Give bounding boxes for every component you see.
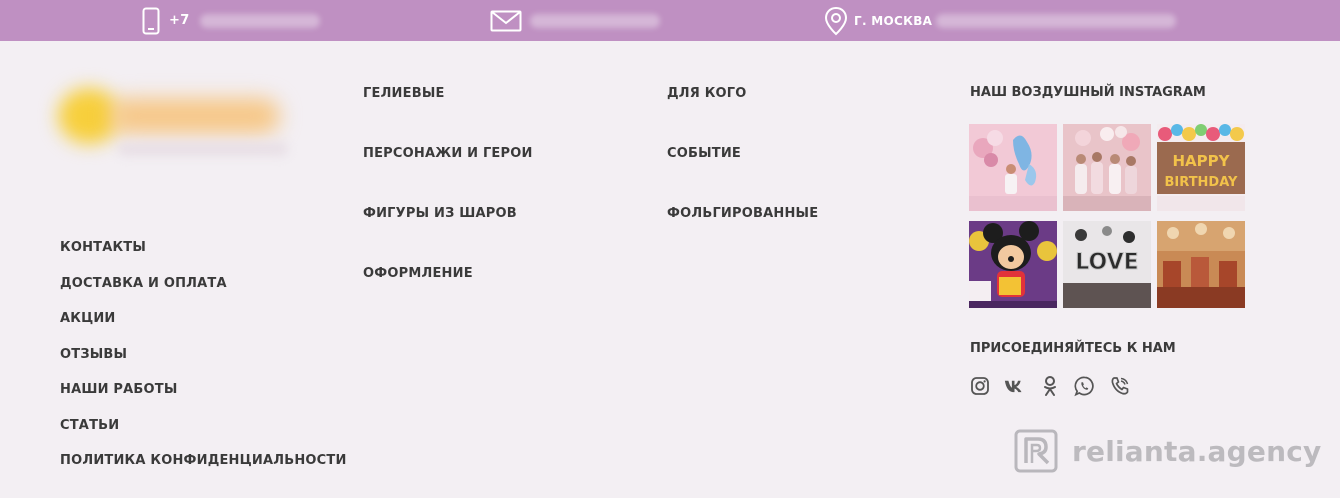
footer-link-privacy[interactable]: ПОЛИТИКА КОНФИДЕНЦИАЛЬНОСТИ — [60, 453, 347, 469]
instagram-photo-2[interactable] — [1063, 124, 1151, 211]
footer-link-delivery[interactable]: ДОСТАВКА И ОПЛАТА — [60, 276, 227, 292]
header-phone[interactable]: +7 — [142, 0, 320, 41]
svg-text:BIRTHDAY: BIRTHDAY — [1165, 175, 1239, 190]
top-bar: +7 Г. МОСКВА — [0, 0, 1340, 41]
svg-text:LOVE: LOVE — [1075, 250, 1138, 275]
instagram-grid: HAPPY BIRTHDAY LOVE — [969, 124, 1246, 309]
instagram-photo-4[interactable] — [969, 221, 1057, 308]
phone-prefix: +7 — [169, 13, 190, 28]
whatsapp-icon[interactable] — [1074, 375, 1095, 396]
phone-icon — [142, 7, 160, 35]
footer-link-promos[interactable]: АКЦИИ — [60, 311, 116, 327]
footer-link-foil[interactable]: ФОЛЬГИРОВАННЫЕ — [667, 206, 818, 222]
footer-link-reviews[interactable]: ОТЗЫВЫ — [60, 347, 127, 363]
instagram-title: НАШ ВОЗДУШНЫЙ INSTAGRAM — [970, 85, 1206, 100]
location-pin-icon — [824, 6, 848, 36]
footer-link-contacts[interactable]: КОНТАКТЫ — [60, 240, 146, 256]
footer-link-for-whom[interactable]: ДЛЯ КОГО — [667, 86, 747, 102]
footer-link-helium[interactable]: ГЕЛИЕВЫЕ — [363, 86, 445, 102]
watermark-text: relianta.agency — [1072, 434, 1322, 468]
footer-link-characters[interactable]: ПЕРСОНАЖИ И ГЕРОИ — [363, 146, 533, 162]
mail-icon — [490, 10, 522, 32]
instagram-icon[interactable] — [969, 375, 990, 396]
social-links — [969, 375, 1130, 396]
footer-link-decoration[interactable]: ОФОРМЛЕНИЕ — [363, 266, 473, 282]
footer-link-event[interactable]: СОБЫТИЕ — [667, 146, 741, 162]
odnoklassniki-icon[interactable] — [1039, 375, 1060, 396]
logo[interactable] — [58, 84, 288, 194]
address-blurred — [936, 13, 1177, 28]
phone-number-blurred — [199, 13, 320, 28]
instagram-photo-6[interactable] — [1157, 221, 1245, 308]
viber-icon[interactable] — [1109, 375, 1130, 396]
footer-link-balloon-figures[interactable]: ФИГУРЫ ИЗ ШАРОВ — [363, 206, 517, 222]
footer-link-articles[interactable]: СТАТЬИ — [60, 418, 119, 434]
instagram-photo-1[interactable] — [969, 124, 1057, 211]
city-label: Г. МОСКВА — [854, 13, 933, 28]
vk-icon[interactable] — [1004, 375, 1025, 396]
svg-text:HAPPY: HAPPY — [1172, 152, 1230, 170]
email-blurred — [530, 13, 660, 28]
instagram-photo-5[interactable]: LOVE — [1063, 221, 1151, 308]
header-email[interactable] — [490, 0, 660, 41]
instagram-photo-3[interactable]: HAPPY BIRTHDAY — [1157, 124, 1245, 211]
relianta-logo-icon — [1014, 429, 1058, 473]
header-address: Г. МОСКВА — [824, 0, 1177, 41]
join-us-title: ПРИСОЕДИНЯЙТЕСЬ К НАМ — [970, 341, 1176, 356]
watermark: relianta.agency — [1014, 429, 1321, 473]
footer-link-works[interactable]: НАШИ РАБОТЫ — [60, 382, 178, 398]
